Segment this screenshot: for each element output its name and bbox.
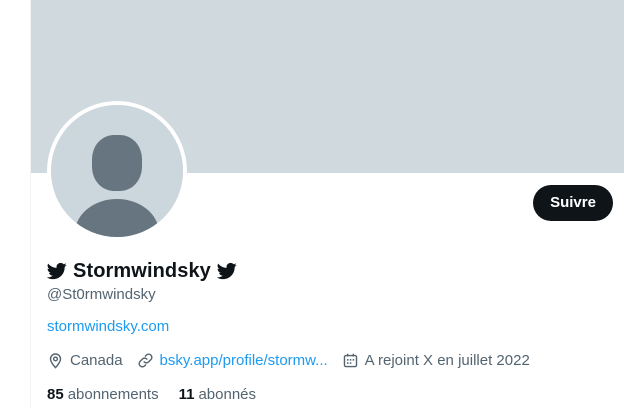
joined-item: A rejoint X en juillet 2022 [342,352,530,369]
avatar[interactable] [47,101,187,241]
joined-text: A rejoint X en juillet 2022 [364,351,530,369]
follow-button[interactable]: Suivre [533,185,613,221]
display-name: Stormwindsky [73,259,211,282]
followers-label: abonnés [198,385,257,403]
location-item: Canada [47,352,123,369]
follow-stats-row: 85 abonnements 11 abonnés [47,384,276,404]
location-text: Canada [70,351,123,369]
display-name-row: Stormwindsky [47,258,237,284]
user-handle: @St0rmwindsky [47,286,156,303]
followers-count: 11 [178,385,195,403]
following-stat[interactable]: 85 abonnements [47,386,159,403]
profile-meta-row: Canada bsky.app/profile/stormw... A rejo… [47,350,544,370]
link-item[interactable]: bsky.app/profile/stormw... [137,352,328,369]
link-icon [137,352,154,369]
profile-link-text[interactable]: bsky.app/profile/stormw... [160,352,328,369]
following-label: abonnements [67,385,159,403]
default-person-icon [51,105,183,237]
location-pin-icon [47,352,64,369]
bird-icon [216,261,237,281]
calendar-icon [342,352,359,369]
bird-icon [47,261,67,281]
default-avatar-image [51,105,183,237]
website-link[interactable]: stormwindsky.com [47,318,169,335]
followers-stat[interactable]: 11 abonnés [179,386,256,403]
following-count: 85 [47,385,64,403]
